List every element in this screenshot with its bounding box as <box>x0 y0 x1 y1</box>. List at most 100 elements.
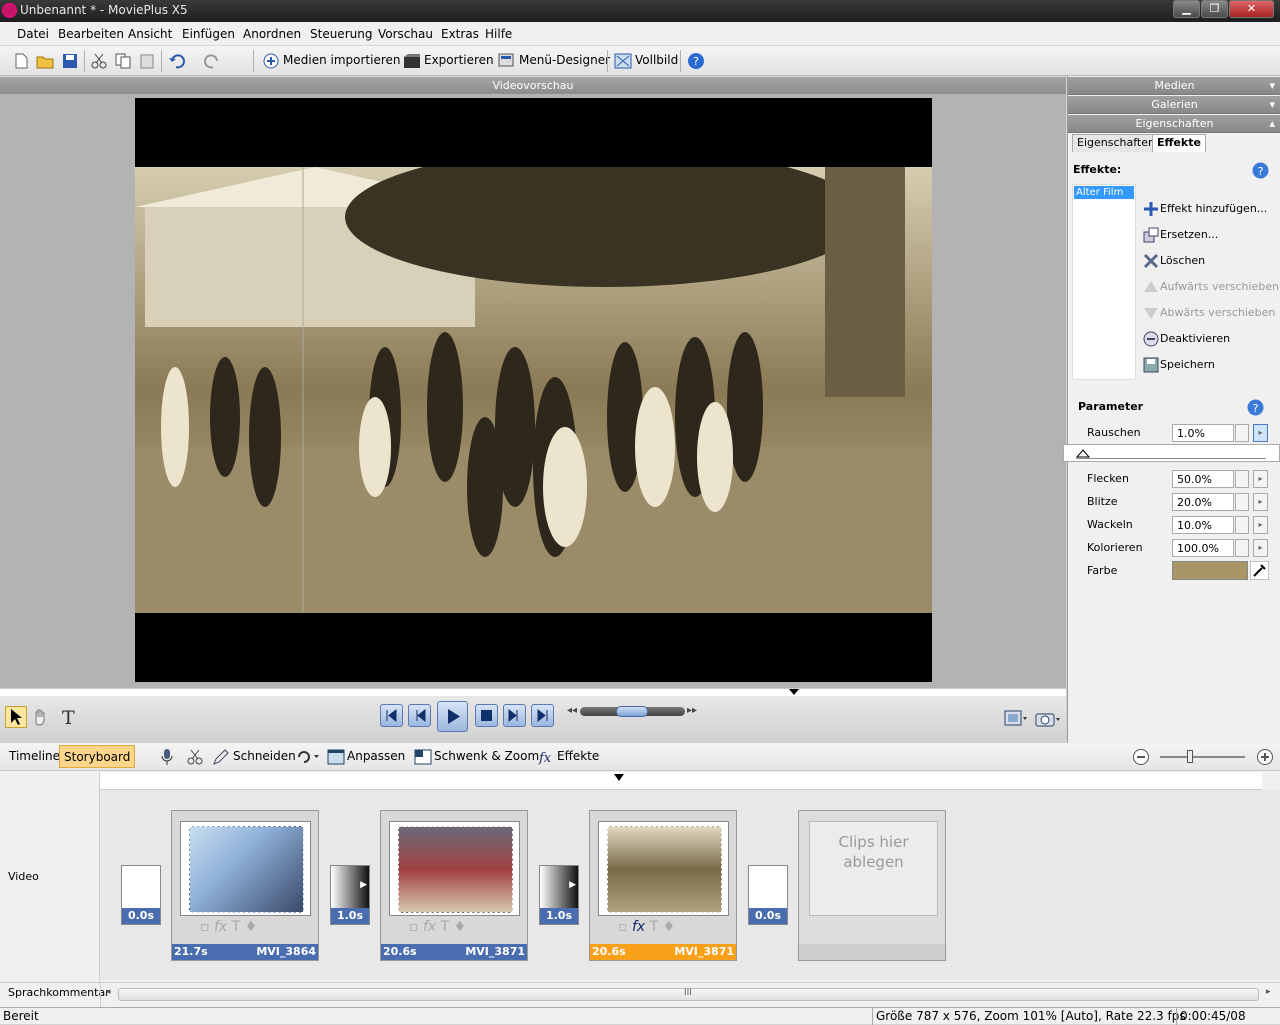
zoom-slider-thumb[interactable] <box>1187 750 1193 763</box>
go-to-end-button[interactable] <box>531 704 554 727</box>
param-input-flecken[interactable]: 50.0% <box>1172 470 1234 488</box>
help-icon[interactable]: ? <box>687 52 705 70</box>
effects-button[interactable]: Effekte <box>557 749 599 763</box>
open-folder-icon[interactable] <box>36 52 54 70</box>
param-expand-flecken[interactable]: ▸ <box>1253 470 1268 488</box>
play-button[interactable] <box>437 701 468 732</box>
zoom-out-icon[interactable] <box>1132 748 1150 766</box>
undo-icon[interactable] <box>168 52 186 70</box>
tab-effects[interactable]: Effekte <box>1152 134 1206 152</box>
hand-tool-icon[interactable] <box>32 708 50 726</box>
rotate-icon[interactable] <box>296 749 320 765</box>
menu-anordnen[interactable]: Anordnen <box>243 27 301 41</box>
param-spinner-kolorieren[interactable] <box>1235 539 1249 557</box>
menu-hilfe[interactable]: Hilfe <box>485 27 512 41</box>
transition-slot[interactable]: ▶ 1.0s <box>539 865 579 925</box>
pointer-tool-icon[interactable] <box>5 706 27 728</box>
param-spinner-blitze[interactable] <box>1235 493 1249 511</box>
restore-button[interactable]: ❐ <box>1201 0 1228 18</box>
step-forward-button[interactable] <box>503 704 526 727</box>
pan-zoom-button[interactable]: Schwenk & Zoom <box>434 749 539 763</box>
menu-ansicht[interactable]: Ansicht <box>128 27 172 41</box>
rauschen-slider[interactable] <box>1063 444 1280 462</box>
section-medien[interactable]: Medien ▾ <box>1068 77 1280 95</box>
color-swatch[interactable] <box>1172 561 1248 580</box>
minimize-button[interactable]: ▁ <box>1173 0 1200 18</box>
import-media-button[interactable]: Medien importieren <box>283 53 401 67</box>
save-icon[interactable] <box>61 52 79 70</box>
import-media-icon[interactable] <box>262 52 280 70</box>
aspect-ratio-icon[interactable] <box>1004 710 1028 728</box>
clip-drop-zone[interactable]: Clips hier ablegen <box>798 810 946 961</box>
cut-button[interactable]: Schneiden <box>233 749 296 763</box>
step-back-button[interactable] <box>408 704 431 727</box>
scrubber-marker-icon[interactable] <box>789 689 799 695</box>
effects-help-icon[interactable]: ? <box>1252 162 1269 179</box>
param-expand-wackeln[interactable]: ▸ <box>1253 516 1268 534</box>
zoom-slider[interactable] <box>1160 750 1245 763</box>
param-spinner-wackeln[interactable] <box>1235 516 1249 534</box>
move-up-button[interactable]: Aufwärts verschieben <box>1142 278 1279 296</box>
menu-einfuegen[interactable]: Einfügen <box>182 27 235 41</box>
export-button[interactable]: Exportieren <box>424 53 494 67</box>
playhead-marker-icon[interactable] <box>614 774 624 781</box>
section-eigenschaften[interactable]: Eigenschaften ▴ <box>1068 115 1280 133</box>
move-down-button[interactable]: Abwärts verschieben <box>1142 304 1275 322</box>
save-effect-button[interactable]: Speichern <box>1142 356 1215 374</box>
zoom-in-icon[interactable] <box>1256 748 1274 766</box>
go-to-start-button[interactable] <box>380 704 403 727</box>
fullscreen-icon[interactable] <box>614 52 632 70</box>
redo-icon[interactable] <box>203 52 221 70</box>
shuttle-right-icon[interactable]: ▸▸ <box>687 705 697 716</box>
split-scissors-icon[interactable] <box>186 748 204 766</box>
tab-timeline[interactable]: Timeline <box>9 749 60 763</box>
param-expand-blitze[interactable]: ▸ <box>1253 493 1268 511</box>
menu-extras[interactable]: Extras <box>441 27 479 41</box>
text-tool-icon[interactable]: T <box>60 707 82 727</box>
menu-designer-icon[interactable] <box>497 52 515 70</box>
horizontal-scrollbar[interactable]: III <box>118 988 1259 1001</box>
fit-button[interactable]: Anpassen <box>347 749 405 763</box>
paste-icon[interactable] <box>138 52 156 70</box>
effects-list[interactable]: Alter Film <box>1072 184 1136 380</box>
menu-designer-button[interactable]: Menü-Designer <box>519 53 610 67</box>
transition-slot[interactable]: 0.0s <box>748 865 788 925</box>
param-spinner-flecken[interactable] <box>1235 470 1249 488</box>
clip-fx-icon[interactable]: ▫ fx T ♦ <box>409 919 466 935</box>
shuttle-thumb[interactable] <box>616 706 648 717</box>
shuttle-left-icon[interactable]: ◂◂ <box>567 705 577 716</box>
video-preview[interactable] <box>135 98 932 682</box>
deactivate-button[interactable]: Deaktivieren <box>1142 330 1230 348</box>
tab-properties[interactable]: Eigenschaften <box>1072 134 1160 152</box>
clip-fx-icon[interactable]: ▫ fx T ♦ <box>200 919 257 935</box>
export-icon[interactable] <box>403 52 421 70</box>
param-input-kolorieren[interactable]: 100.0% <box>1172 539 1234 557</box>
slider-thumb-icon[interactable] <box>1076 449 1090 458</box>
microphone-icon[interactable] <box>160 748 174 766</box>
menu-vorschau[interactable]: Vorschau <box>378 27 433 41</box>
transition-slot[interactable]: 0.0s <box>121 865 161 925</box>
section-galerien[interactable]: Galerien ▾ <box>1068 96 1280 114</box>
menu-datei[interactable]: Datei <box>17 27 49 41</box>
parameters-help-icon[interactable]: ? <box>1247 399 1264 416</box>
close-button[interactable]: ✕ <box>1229 0 1274 18</box>
cut-icon[interactable] <box>90 52 108 70</box>
param-input-wackeln[interactable]: 10.0% <box>1172 516 1234 534</box>
fullscreen-button[interactable]: Vollbild <box>635 53 678 67</box>
param-spinner-rauschen[interactable] <box>1235 424 1249 442</box>
replace-effect-button[interactable]: Ersetzen... <box>1142 226 1218 244</box>
transition-slot[interactable]: ▶ 1.0s <box>330 865 370 925</box>
param-expand-rauschen[interactable]: ▸ <box>1253 424 1268 442</box>
scroll-right-icon[interactable]: ▸ <box>1266 987 1271 997</box>
effect-item-alter-film[interactable]: Alter Film <box>1074 186 1134 199</box>
tab-storyboard[interactable]: Storyboard <box>59 745 136 768</box>
param-input-rauschen[interactable]: 1.0% <box>1172 424 1234 442</box>
param-expand-kolorieren[interactable]: ▸ <box>1253 539 1268 557</box>
preview-scrubber[interactable] <box>0 688 1066 696</box>
clip-fx-icon[interactable]: ▫ fx T ♦ <box>618 919 675 935</box>
new-file-icon[interactable] <box>12 52 30 70</box>
param-input-blitze[interactable]: 20.0% <box>1172 493 1234 511</box>
copy-icon[interactable] <box>114 52 132 70</box>
delete-effect-button[interactable]: Löschen <box>1142 252 1205 270</box>
menu-steuerung[interactable]: Steuerung <box>310 27 372 41</box>
